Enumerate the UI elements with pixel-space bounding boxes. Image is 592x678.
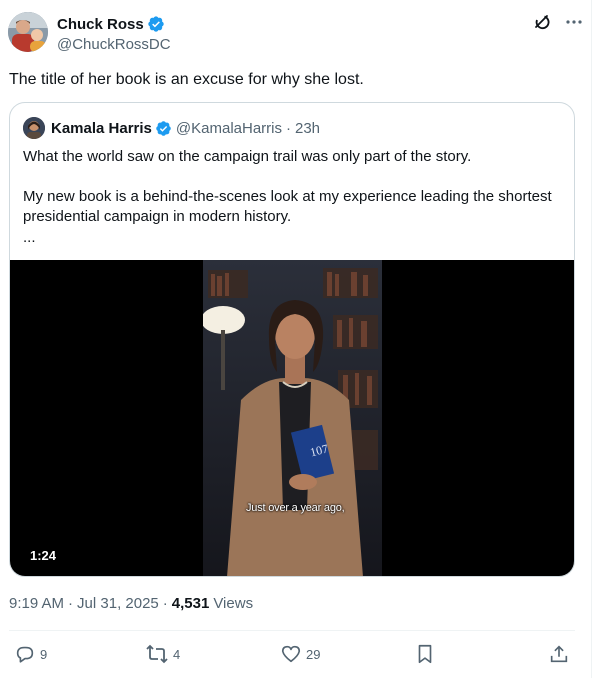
quote-header: Kamala Harris @KamalaHarris · 23h: [23, 117, 320, 139]
verified-badge-icon: [155, 120, 172, 137]
tweet-date[interactable]: Jul 31, 2025: [77, 595, 159, 612]
action-bar: 9 4 29: [0, 643, 592, 669]
share-button[interactable]: [548, 643, 570, 665]
tweet: Chuck Ross @ChuckRossDC The title of her…: [0, 0, 592, 678]
quote-author-avatar[interactable]: [23, 117, 45, 139]
reply-count: 9: [40, 646, 48, 662]
quote-author-handle[interactable]: @KamalaHarris: [176, 120, 282, 137]
separator-dot: ·: [286, 119, 291, 137]
reply-icon: [16, 646, 34, 663]
video-caption: Just over a year ago,: [246, 502, 345, 514]
heart-icon: [281, 645, 301, 663]
quote-paragraph-1: What the world saw on the campaign trail…: [23, 148, 472, 165]
more-icon[interactable]: [564, 12, 584, 32]
repost-button[interactable]: 4: [145, 643, 180, 665]
grok-icon[interactable]: [532, 12, 552, 32]
repost-icon: [146, 644, 168, 664]
video-player[interactable]: 107 Just over a year ago, 1:24: [10, 260, 574, 576]
share-icon: [550, 645, 568, 663]
tweet-text: The title of her book is an excuse for w…: [9, 71, 364, 88]
repost-count: 4: [173, 646, 181, 662]
video-duration: 1:24: [30, 548, 57, 563]
author-handle[interactable]: @ChuckRossDC: [57, 36, 171, 53]
tweet-meta: 9:19 AM · Jul 31, 2025 · 4,531 Views: [9, 595, 253, 612]
like-count: 29: [306, 646, 321, 662]
quote-text: What the world saw on the campaign trail…: [23, 147, 563, 227]
divider: [9, 630, 575, 631]
verified-badge-icon: [147, 15, 165, 33]
quoted-tweet[interactable]: Kamala Harris @KamalaHarris · 23h What t…: [9, 102, 575, 577]
quote-timestamp[interactable]: 23h: [295, 120, 320, 137]
author-name[interactable]: Chuck Ross: [57, 16, 144, 33]
quote-author-name[interactable]: Kamala Harris: [51, 120, 152, 137]
bookmark-icon: [418, 644, 432, 664]
views-count: 4,531: [171, 595, 210, 612]
quote-paragraph-2: My new book is a behind-the-scenes look …: [23, 188, 552, 225]
reply-button[interactable]: 9: [14, 643, 47, 665]
separator-dot: ·: [162, 595, 168, 612]
header-actions: [532, 12, 584, 32]
views-label: Views: [213, 595, 254, 612]
tweet-header: Chuck Ross @ChuckRossDC: [8, 10, 584, 56]
like-button[interactable]: 29: [280, 643, 320, 665]
bookmark-button[interactable]: [414, 643, 436, 665]
author-avatar[interactable]: [8, 12, 48, 52]
tweet-time[interactable]: 9:19 AM: [9, 595, 64, 612]
separator-dot: ·: [68, 595, 74, 612]
quote-show-more[interactable]: ...: [23, 229, 36, 246]
author-info: Chuck Ross @ChuckRossDC: [57, 14, 171, 54]
video-frame: 107: [203, 260, 382, 576]
